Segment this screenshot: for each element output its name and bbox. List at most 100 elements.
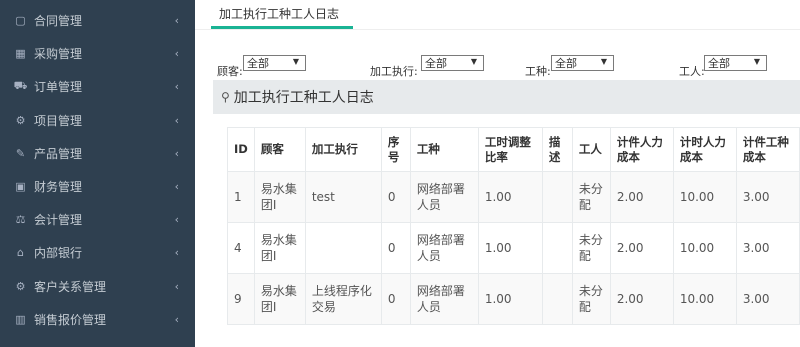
cell-hour-ratio: 1.00 [477,273,543,325]
bank-icon: ⌂ [17,246,24,259]
cell-id: 4 [227,222,255,274]
panel-header: ⚲ 加工执行工种工人日志 [213,80,800,114]
cell-worker: 未分配 [571,171,611,223]
cell-piece-labor-cost: 2.00 [609,273,674,325]
process-filter-label: 加工执行: [370,65,418,78]
cell-description [541,273,573,325]
column-header-time-labor-cost[interactable]: 计时人力成本 [672,127,737,172]
cell-id: 1 [227,171,255,223]
sidebar-item-label: 财务管理 [34,180,83,194]
cell-customer: 易水集团I [253,171,306,223]
caret-down-icon: ▼ [470,57,477,66]
tab-worker-log[interactable]: 加工执行工种工人日志 [211,0,353,26]
cell-worker: 未分配 [571,222,611,274]
worker-select-value: 全部 [708,57,730,70]
worktype-select-value: 全部 [555,57,577,70]
worker-filter-label: 工人: [679,65,705,78]
cell-hour-ratio: 1.00 [477,222,543,274]
column-header-worker[interactable]: 工人 [571,127,611,172]
cell-piece-worktype-cost: 3.00 [735,273,800,325]
sidebar-item-label: 项目管理 [34,114,83,128]
table-row[interactable]: 9 易水集团I 上线程序化交易 0 网络部署人员 1.00 未分配 2.00 1… [227,273,800,325]
cell-process: 上线程序化交易 [304,273,382,325]
sidebar-item-label: 客户关系管理 [34,280,107,294]
sidebar-item-label: 销售报价管理 [34,313,107,327]
sales-quote-icon: ▥ [15,313,26,326]
cell-piece-labor-cost: 2.00 [609,222,674,274]
sidebar-item-projects[interactable]: ⚙ 项目管理 ‹ [0,104,195,137]
sidebar-item-contract[interactable]: ▢ 合同管理 ‹ [0,4,195,37]
chevron-left-icon: ‹ [174,180,179,193]
chevron-left-icon: ‹ [174,246,179,259]
cell-description [541,222,573,274]
sidebar-item-label: 会计管理 [34,213,83,227]
cell-piece-labor-cost: 2.00 [609,171,674,223]
sidebar-item-finance[interactable]: ▣ 财务管理 ‹ [0,170,195,203]
worker-select[interactable]: 全部 ▼ [704,55,767,71]
sidebar-item-sales-quote[interactable]: ▥ 销售报价管理 ‹ [0,303,195,336]
cell-customer: 易水集团I [253,222,306,274]
product-icon: ✎ [15,147,26,160]
chevron-left-icon: ‹ [174,80,179,93]
cell-customer: 易水集团I [253,273,306,325]
chevron-left-icon: ‹ [174,313,179,326]
sidebar-item-label: 采购管理 [34,47,83,61]
cell-piece-worktype-cost: 3.00 [735,171,800,223]
tab-divider [195,29,800,30]
worktype-select[interactable]: 全部 ▼ [551,55,614,71]
purchase-icon: ▦ [15,47,26,60]
cell-time-labor-cost: 10.00 [672,171,737,223]
sidebar-item-products[interactable]: ✎ 产品管理 ‹ [0,137,195,170]
sidebar-item-label: 合同管理 [34,14,83,28]
column-header-seq[interactable]: 序号 [380,127,411,172]
caret-down-icon: ▼ [753,57,760,66]
cell-hour-ratio: 1.00 [477,171,543,223]
cell-process: test [304,171,382,223]
cart-icon: ⛟ [13,79,28,92]
sidebar-item-purchase[interactable]: ▦ 采购管理 ‹ [0,37,195,70]
table-row[interactable]: 4 易水集团I 0 网络部署人员 1.00 未分配 2.00 10.00 3.0… [227,222,800,274]
column-header-hour-ratio[interactable]: 工时调整比率 [477,127,543,172]
process-select[interactable]: 全部 ▼ [421,55,484,71]
column-header-worktype[interactable]: 工种 [409,127,479,172]
column-header-customer[interactable]: 顾客 [253,127,306,172]
cell-worktype: 网络部署人员 [409,222,479,274]
sidebar: ▢ 合同管理 ‹ ▦ 采购管理 ‹ ⛟ 订单管理 ‹ ⚙ 项目管理 ‹ ✎ 产品… [0,0,195,347]
chevron-left-icon: ‹ [174,147,179,160]
sidebar-item-crm[interactable]: ⚙ 客户关系管理 ‹ [0,270,195,303]
user-icon: ⚲ [221,90,230,104]
sidebar-item-accounting[interactable]: ⚖ 会计管理 ‹ [0,203,195,236]
customer-select[interactable]: 全部 ▼ [243,55,306,71]
sidebar-item-internal-bank[interactable]: ⌂ 内部银行 ‹ [0,236,195,269]
column-header-process[interactable]: 加工执行 [304,127,382,172]
cell-piece-worktype-cost: 3.00 [735,222,800,274]
sidebar-item-label: 产品管理 [34,147,83,161]
worktype-filter-label: 工种: [525,65,551,78]
cell-process [304,222,382,274]
main-content: 加工执行工种工人日志 顾客: 全部 ▼ 加工执行: 全部 ▼ 工种: 全部 ▼ … [195,0,800,347]
sidebar-item-label: 内部银行 [34,246,83,260]
customer-select-value: 全部 [247,57,269,70]
accounting-icon: ⚖ [15,213,26,226]
column-header-piece-labor-cost[interactable]: 计件人力成本 [609,127,674,172]
finance-icon: ▣ [15,180,26,193]
cell-worktype: 网络部署人员 [409,171,479,223]
cell-time-labor-cost: 10.00 [672,273,737,325]
worker-log-table: ID 顾客 加工执行 序号 工种 工时调整比率 描述 工人 计件人力成本 计时人… [227,127,800,325]
chevron-left-icon: ‹ [174,114,179,127]
panel-title: 加工执行工种工人日志 [233,90,374,106]
cell-seq: 0 [380,273,411,325]
caret-down-icon: ▼ [292,57,299,66]
chevron-left-icon: ‹ [174,47,179,60]
contract-icon: ▢ [15,14,26,27]
cell-id: 9 [227,273,255,325]
project-icon: ⚙ [15,114,26,127]
column-header-piece-worktype-cost[interactable]: 计件工种成本 [735,127,800,172]
column-header-id[interactable]: ID [227,127,255,172]
caret-down-icon: ▼ [600,57,607,66]
column-header-description[interactable]: 描述 [541,127,573,172]
table-row[interactable]: 1 易水集团I test 0 网络部署人员 1.00 未分配 2.00 10.0… [227,171,800,223]
cell-worker: 未分配 [571,273,611,325]
customer-filter-label: 顾客: [217,65,243,78]
sidebar-item-orders[interactable]: ⛟ 订单管理 ‹ [0,70,195,103]
